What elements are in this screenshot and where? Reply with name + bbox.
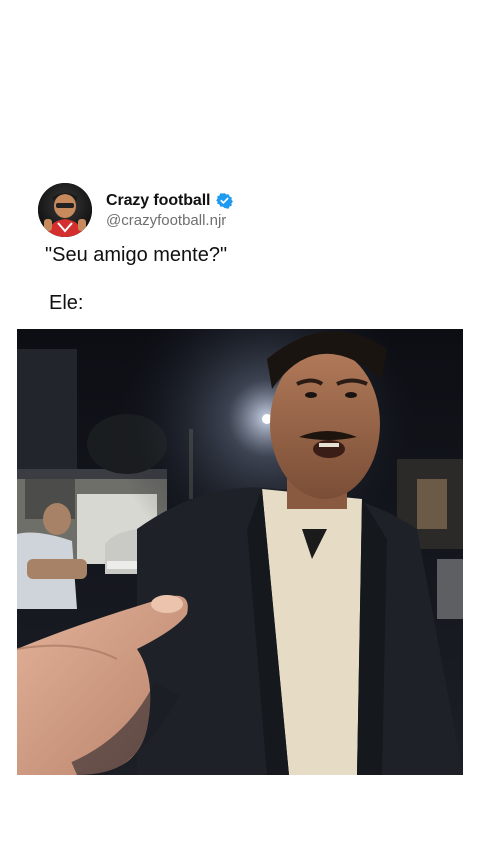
profile-avatar[interactable] (38, 183, 92, 237)
verified-badge-icon (216, 192, 234, 209)
author-handle[interactable]: @crazyfootball.njr (106, 212, 233, 229)
avatar-image (38, 183, 92, 237)
post-text-line-1: "Seu amigo mente?" (45, 244, 228, 266)
post-page: Crazy football @crazyfootball.njr "Seu a… (0, 0, 480, 854)
post-video[interactable] (17, 329, 463, 775)
video-thumbnail (17, 329, 463, 775)
author-identity: Crazy football @crazyfootball.njr (106, 192, 234, 229)
name-row: Crazy football (106, 192, 234, 210)
post-header: Crazy football @crazyfootball.njr (38, 183, 234, 237)
author-display-name[interactable]: Crazy football (106, 192, 210, 210)
post-text-line-2: Ele: (49, 292, 84, 314)
